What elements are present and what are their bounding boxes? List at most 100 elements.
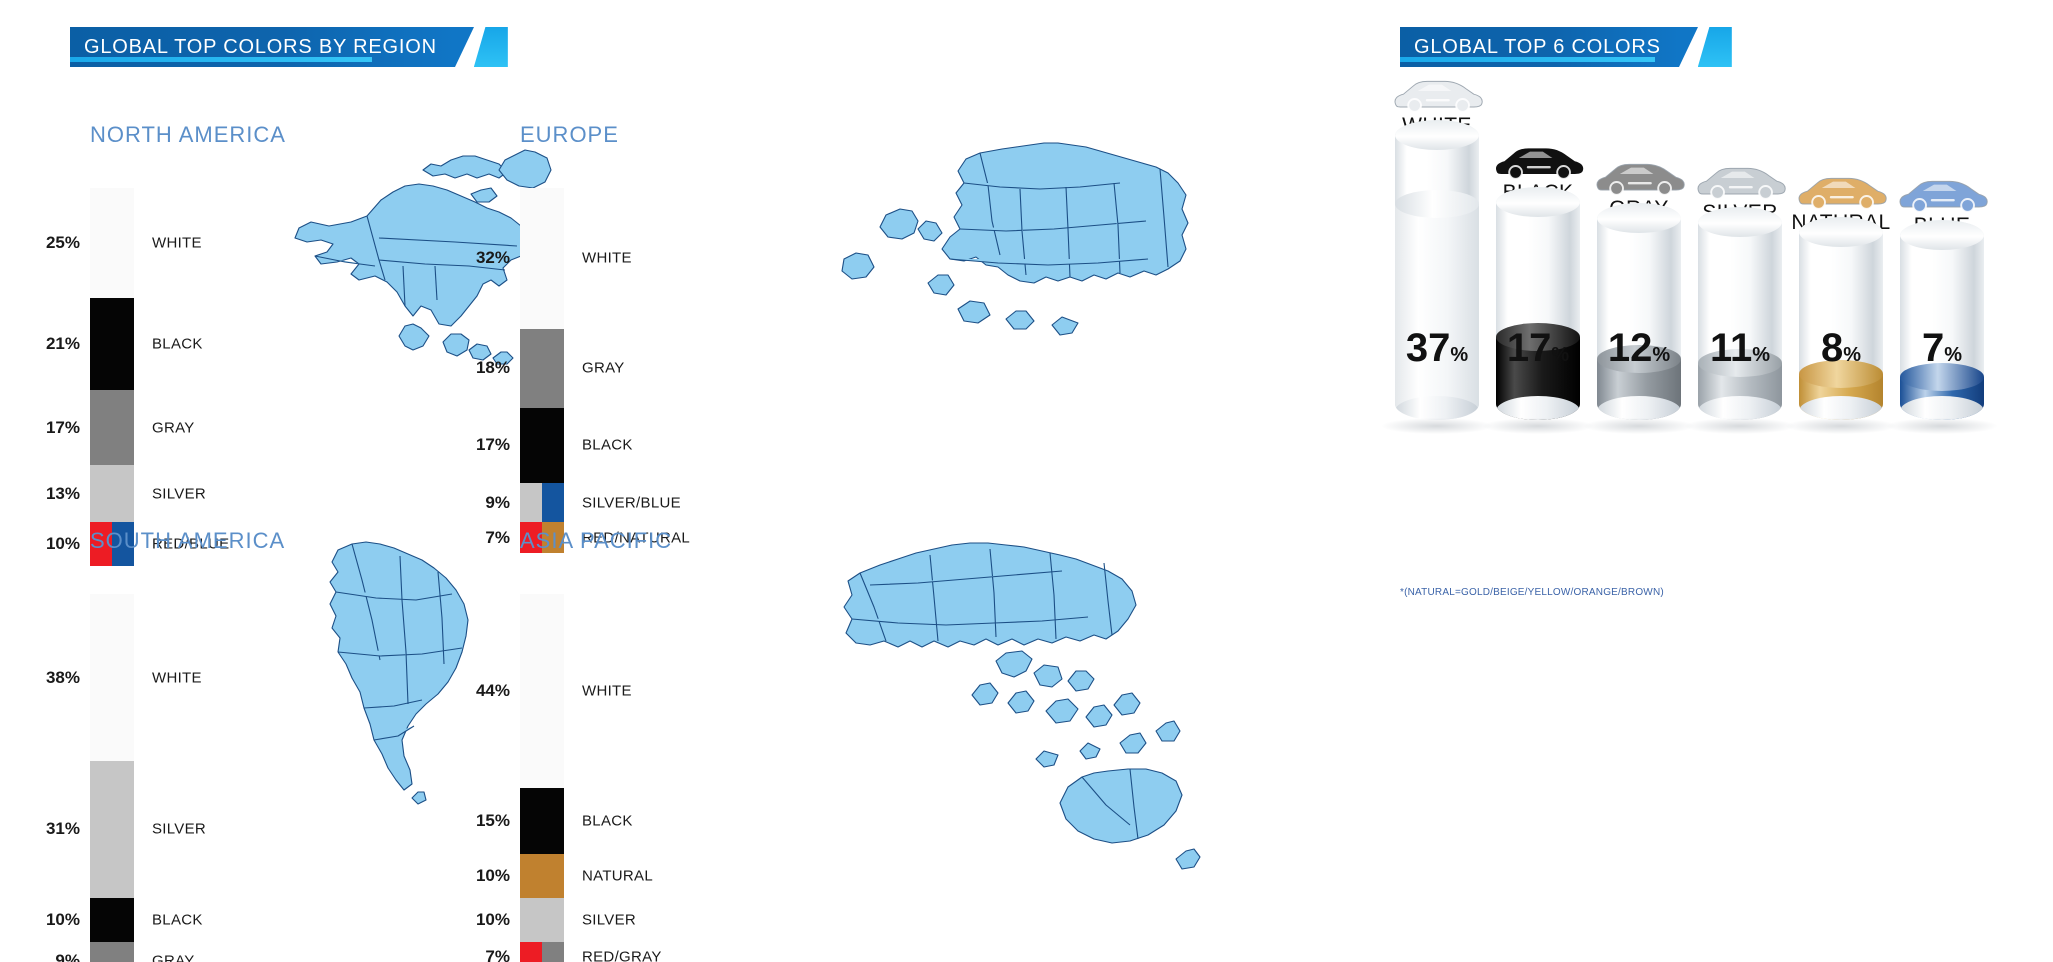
color-cylinder-silver[interactable]: SILVER 11% <box>1685 161 1795 434</box>
cylinder-shadow <box>1483 418 1593 434</box>
legend-percent: 44% <box>475 680 510 700</box>
legend-percent: 9% <box>485 492 510 512</box>
legend-row: 10% NATURAL <box>476 854 800 898</box>
legend-label: BLACK <box>152 335 203 353</box>
cylinder-base <box>1799 396 1883 420</box>
region-title: ASIA PACIFIC <box>520 528 673 553</box>
cylinder-rim <box>1900 220 1984 250</box>
legend-percent: 7% <box>485 946 510 962</box>
legend-percent: 17% <box>475 435 510 455</box>
legend-percent: 21% <box>45 334 80 354</box>
legend-percent: 9% <box>55 951 80 962</box>
legend-row: 7% RED/GRAY <box>485 942 800 962</box>
legend-percent: 15% <box>475 810 510 830</box>
cylinder-base <box>1395 396 1479 420</box>
legend-percent: 10% <box>475 909 510 929</box>
asia-pacific-map-svg <box>843 542 1201 870</box>
cylinder-tube <box>1698 206 1782 420</box>
cylinder-percent: 7% <box>1921 326 1963 370</box>
cylinder-tube <box>1395 120 1479 420</box>
fill-surface <box>1395 190 1479 218</box>
legend-row: 17% GRAY <box>46 390 350 465</box>
car-icon-natural <box>1793 171 1889 213</box>
car-icon-gray <box>1591 157 1687 199</box>
cylinder-rim <box>1698 206 1782 237</box>
cylinder-base <box>1597 396 1681 420</box>
banner-title: GLOBAL TOP 6 COLORS <box>1414 35 1661 58</box>
car-icon-silver <box>1692 161 1788 203</box>
legend-row: 32% WHITE <box>476 188 800 329</box>
color-cylinder-natural[interactable]: NATURAL 8% <box>1786 171 1896 434</box>
cylinder-shadow <box>1685 418 1795 434</box>
legend-label: WHITE <box>152 669 202 687</box>
banner-underline <box>1400 57 1655 62</box>
legend-percent: 10% <box>45 534 80 554</box>
legend-label: GRAY <box>152 952 195 962</box>
top6-cylinder-chart: WHITE 37% BLACK 17% <box>1382 80 2035 434</box>
cylinder-tube <box>1496 186 1580 420</box>
legend-row: 10% BLACK <box>46 898 350 942</box>
legend-percent: 32% <box>475 248 510 268</box>
car-silhouette-icon <box>1798 177 1887 210</box>
cylinder-rim <box>1496 186 1580 217</box>
cylinder-tube <box>1799 216 1883 420</box>
cylinder-percent: 37% <box>1405 326 1469 370</box>
legend-row: 10% SILVER <box>476 898 800 942</box>
legend-label: BLACK <box>152 911 203 929</box>
legend-percent: 38% <box>45 667 80 687</box>
cylinder-tube <box>1900 220 1984 420</box>
legend-row: 15% BLACK <box>476 788 800 854</box>
cylinder-percent: 8% <box>1820 326 1862 370</box>
color-cylinder-gray[interactable]: GRAY 12% <box>1584 157 1694 434</box>
legend-label: BLACK <box>582 436 633 454</box>
cylinder-rim <box>1799 216 1883 247</box>
banner-accent-tip <box>473 27 508 67</box>
cylinder-base <box>1900 396 1984 420</box>
cylinder-shadow <box>1382 418 1492 434</box>
fill-body <box>1395 204 1479 420</box>
legend-label: GRAY <box>582 359 625 377</box>
legend-percent: 10% <box>45 909 80 929</box>
legend-percent: 17% <box>45 417 80 437</box>
legend-asia-pacific: 44% WHITE 15% BLACK 10% NATURAL 10% SILVER 7% RED… <box>476 594 800 962</box>
legend-europe: 32% WHITE 18% GRAY 17% BLACK 9% SILVER/BLUE 7% RE… <box>476 188 800 554</box>
color-cylinder-black[interactable]: BLACK 17% <box>1483 141 1593 434</box>
cylinder-shadow <box>1786 418 1896 434</box>
legend-row: 9% SILVER/BLUE <box>485 483 800 523</box>
cylinder-percent: 17% <box>1506 326 1570 370</box>
legend-label: WHITE <box>582 249 632 267</box>
south-america-map <box>290 528 510 808</box>
legend-row: 9% GRAY <box>55 942 350 962</box>
legend-row: 18% GRAY <box>476 329 800 408</box>
legend-row: 17% BLACK <box>476 408 800 483</box>
car-icon-black <box>1490 141 1586 183</box>
color-cylinder-blue[interactable]: BLUE 7% <box>1887 174 1997 434</box>
infographic-root: GLOBAL TOP COLORS BY REGION GLOBAL TOP 6… <box>0 0 2053 962</box>
banner-accent-tip <box>1697 27 1732 67</box>
cylinder-shadow <box>1887 418 1997 434</box>
legend-label: SILVER <box>152 820 207 838</box>
region-title: EUROPE <box>520 122 619 147</box>
car-silhouette-icon <box>1495 148 1584 180</box>
legend-label: GRAY <box>152 419 195 437</box>
legend-label: RED/GRAY <box>582 948 662 962</box>
cylinder-base <box>1698 396 1782 420</box>
color-cylinder-white[interactable]: WHITE 37% <box>1382 74 1492 434</box>
cylinder-rim <box>1597 203 1681 234</box>
legend-percent: 31% <box>45 819 80 839</box>
banner-title: GLOBAL TOP COLORS BY REGION <box>84 35 437 58</box>
legend-percent: 10% <box>475 865 510 885</box>
legend-row: 44% WHITE <box>476 594 800 788</box>
legend-label: BLACK <box>582 812 633 830</box>
car-silhouette-icon <box>1596 164 1685 197</box>
europe-map <box>830 125 1230 385</box>
legend-row: 13% SILVER <box>46 465 350 522</box>
legend-label: NATURAL <box>582 867 653 885</box>
legend-label: WHITE <box>582 682 632 700</box>
car-silhouette-icon <box>1394 80 1483 113</box>
banner-underline <box>70 57 372 62</box>
legend-percent: 18% <box>475 358 510 378</box>
europe-map-svg <box>841 142 1189 336</box>
region-asia-pacific: ASIA PACIFIC 44% WHITE 15% BLACK 10% NATURAL 1… <box>476 528 800 962</box>
car-icon-white <box>1389 74 1485 116</box>
